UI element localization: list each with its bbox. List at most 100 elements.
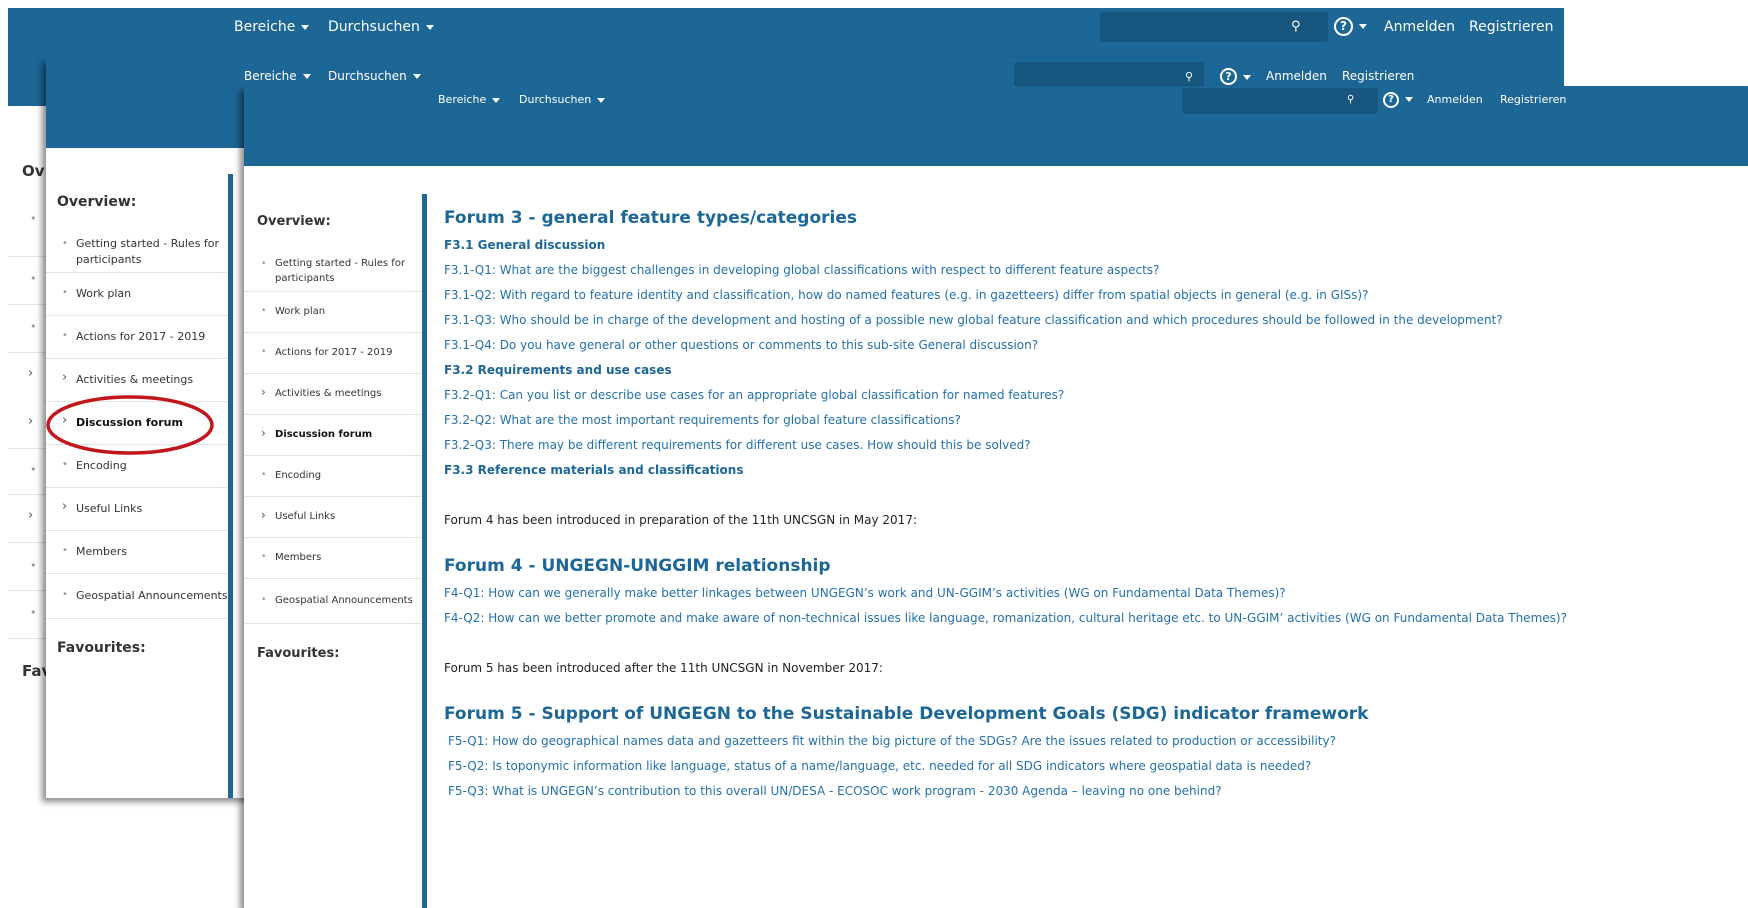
chevron-down-icon — [302, 74, 311, 79]
search-icon[interactable]: ⚲ — [1185, 70, 1193, 83]
f5-q2-link[interactable]: F5-Q2: Is toponymic information like lan… — [448, 759, 1311, 773]
sidebar-item-label: Work plan — [275, 306, 326, 317]
favourites-title: Favourites: — [257, 646, 340, 661]
forum4-title: Forum 4 - UNGEGN-UNGGIM relationship — [444, 556, 831, 576]
sidebar-item-encoding[interactable]: • Encoding — [244, 456, 422, 497]
f32-q3-link[interactable]: F3.2-Q3: There may be different requirem… — [444, 438, 1031, 452]
sidebar-row-line — [8, 352, 48, 353]
bullet-icon: • — [261, 259, 267, 269]
sidebar: Overview: • Getting started - Rules for p… — [46, 174, 233, 798]
sidebar-item-work-plan[interactable]: • Work plan — [244, 292, 422, 333]
sidebar-item-activities[interactable]: › Activities & meetings — [244, 374, 422, 415]
chevron-down-icon — [1405, 96, 1413, 102]
f31-q1-link[interactable]: F3.1-Q1: What are the biggest challenges… — [444, 263, 1159, 277]
nav-bereiche[interactable]: Bereiche — [244, 69, 311, 83]
help-icon[interactable]: ? — [1383, 92, 1413, 108]
chevron-right-icon: › — [28, 508, 34, 523]
f5-q3-link[interactable]: F5-Q3: What is UNGEGN’s contribution to … — [448, 784, 1222, 798]
f31-q3-link[interactable]: F3.1-Q3: Who should be in charge of the … — [444, 313, 1503, 327]
sidebar-row-line — [8, 638, 48, 639]
overview-title: Overview: — [257, 214, 331, 229]
sidebar-item-label: Work plan — [76, 287, 132, 300]
sidebar-item-getting-started[interactable]: • Getting started - Rules for participant… — [46, 226, 228, 273]
chevron-down-icon — [597, 97, 606, 103]
forum4-intro: Forum 4 has been introduced in preparati… — [444, 513, 917, 527]
search-icon[interactable]: ⚲ — [1291, 19, 1301, 34]
sidebar-item-label: Getting started - Rules for participants — [76, 237, 220, 266]
sidebar-item-work-plan[interactable]: • Work plan — [46, 273, 228, 316]
f4-q2-link[interactable]: F4-Q2: How can we better promote and mak… — [444, 611, 1567, 625]
sidebar-item-label: Activities & meetings — [275, 388, 382, 399]
register-link[interactable]: Registrieren — [1500, 93, 1566, 106]
forum3-title: Forum 3 - general feature types/categori… — [444, 208, 857, 228]
login-link[interactable]: Anmelden — [1266, 69, 1327, 83]
f31-q2-link[interactable]: F3.1-Q2: With regard to feature identity… — [444, 288, 1368, 302]
f32-heading[interactable]: F3.2 Requirements and use cases — [444, 363, 672, 377]
sidebar-item-discussion-forum[interactable]: › Discussion forum — [244, 415, 422, 456]
sidebar-item-useful-links[interactable]: › Useful Links — [244, 497, 422, 538]
sidebar-item-label: Members — [76, 545, 127, 558]
bullet-icon: • — [261, 552, 267, 562]
f32-q2-link[interactable]: F3.2-Q2: What are the most important req… — [444, 413, 961, 427]
f31-q4-link[interactable]: F3.1-Q4: Do you have general or other qu… — [444, 338, 1038, 352]
sidebar-item-label: Actions for 2017 - 2019 — [76, 330, 206, 343]
chevron-right-icon: › — [62, 499, 68, 514]
sidebar-item-label: Encoding — [275, 470, 322, 481]
bullet-icon: • — [62, 459, 68, 470]
bullet-icon: • — [62, 287, 68, 298]
search-input[interactable] — [1014, 62, 1204, 88]
bullet-fragment: • — [30, 320, 37, 333]
bullet-icon: • — [261, 595, 267, 605]
sidebar-item-members[interactable]: • Members — [244, 538, 422, 579]
sidebar-row-line — [8, 542, 48, 543]
bullet-fragment: • — [30, 559, 37, 572]
register-link[interactable]: Registrieren — [1342, 69, 1414, 83]
sidebar-item-label: Useful Links — [76, 502, 143, 515]
nav-bereiche[interactable]: Bereiche — [438, 93, 501, 106]
register-link[interactable]: Registrieren — [1469, 19, 1553, 35]
sidebar-item-label: Discussion forum — [275, 429, 373, 440]
sidebar-item-label: Actions for 2017 - 2019 — [275, 347, 393, 358]
login-link[interactable]: Anmelden — [1384, 19, 1455, 35]
sidebar-item-useful-links[interactable]: › Useful Links — [46, 488, 228, 531]
sidebar-row-line — [8, 256, 48, 257]
sidebar-item-label: Encoding — [76, 459, 127, 472]
nav-durchsuchen[interactable]: Durchsuchen — [328, 69, 421, 83]
bullet-icon: • — [62, 589, 68, 600]
sidebar-item-getting-started[interactable]: • Getting started - Rules for participant… — [244, 246, 422, 292]
bullet-icon: • — [62, 238, 68, 249]
chevron-down-icon — [1243, 74, 1251, 80]
f4-q1-link[interactable]: F4-Q1: How can we generally make better … — [444, 586, 1286, 600]
help-icon[interactable]: ? — [1220, 68, 1251, 85]
sidebar-item-label: Getting started - Rules for participants — [275, 258, 406, 284]
chevron-down-icon — [425, 24, 434, 30]
help-icon[interactable]: ? — [1334, 17, 1367, 36]
f33-heading[interactable]: F3.3 Reference materials and classificat… — [444, 463, 743, 477]
f32-q1-link[interactable]: F3.2-Q1: Can you list or describe use ca… — [444, 388, 1064, 402]
sidebar-item-members[interactable]: • Members — [46, 531, 228, 574]
chevron-down-icon — [412, 74, 421, 79]
bullet-icon: • — [261, 347, 267, 357]
login-link[interactable]: Anmelden — [1427, 93, 1483, 106]
sidebar-item-actions[interactable]: • Actions for 2017 - 2019 — [244, 333, 422, 374]
bullet-icon: • — [261, 306, 267, 316]
chevron-right-icon: › — [28, 414, 34, 429]
nav-bereiche[interactable]: Bereiche — [234, 19, 310, 35]
f5-q1-link[interactable]: F5-Q1: How do geographical names data an… — [448, 734, 1336, 748]
sidebar-item-actions[interactable]: • Actions for 2017 - 2019 — [46, 316, 228, 359]
sidebar-item-geospatial[interactable]: • Geospatial Announcements — [46, 574, 228, 619]
f31-heading[interactable]: F3.1 General discussion — [444, 238, 605, 252]
bullet-fragment: • — [30, 212, 37, 225]
search-icon[interactable]: ⚲ — [1347, 94, 1354, 105]
bullet-icon: • — [62, 330, 68, 341]
nav-durchsuchen[interactable]: Durchsuchen — [519, 93, 606, 106]
sidebar-item-label: Activities & meetings — [76, 373, 194, 386]
nav-durchsuchen[interactable]: Durchsuchen — [328, 19, 434, 35]
sidebar-row-line — [8, 448, 48, 449]
sidebar-item-label: Geospatial Announcements — [275, 595, 413, 606]
sidebar-item-geospatial[interactable]: • Geospatial Announcements — [244, 579, 422, 624]
bullet-fragment: • — [30, 272, 37, 285]
chevron-down-icon — [301, 24, 310, 30]
sidebar-item-label: Geospatial Announcements — [76, 589, 228, 602]
chevron-right-icon: › — [261, 508, 266, 522]
